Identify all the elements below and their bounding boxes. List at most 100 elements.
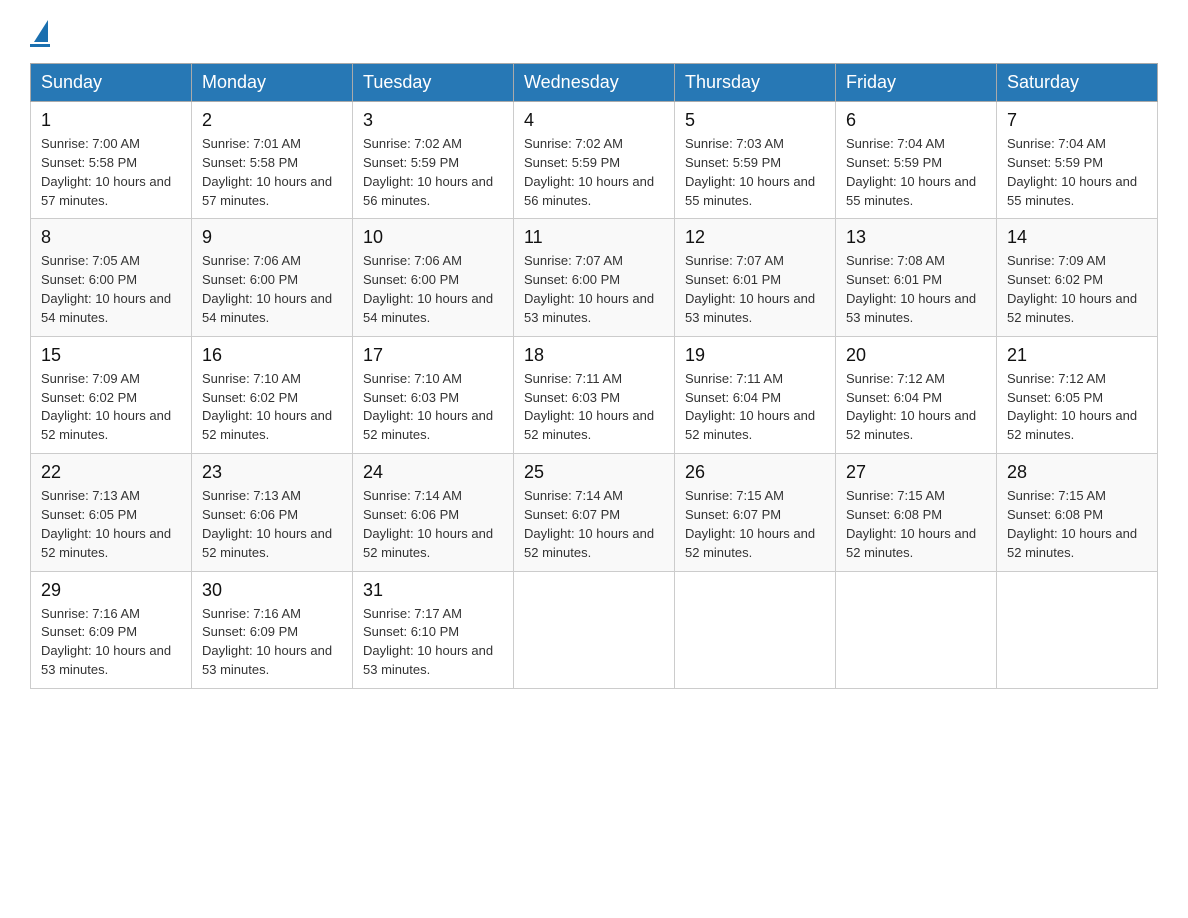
day-number: 6 [846,110,986,131]
calendar-cell: 14 Sunrise: 7:09 AMSunset: 6:02 PMDayligh… [997,219,1158,336]
day-number: 20 [846,345,986,366]
header-day-wednesday: Wednesday [514,64,675,102]
sun-info: Sunrise: 7:11 AMSunset: 6:03 PMDaylight:… [524,370,664,445]
sun-info: Sunrise: 7:16 AMSunset: 6:09 PMDaylight:… [41,605,181,680]
calendar-cell: 8 Sunrise: 7:05 AMSunset: 6:00 PMDaylight… [31,219,192,336]
sun-info: Sunrise: 7:16 AMSunset: 6:09 PMDaylight:… [202,605,342,680]
calendar-cell: 22 Sunrise: 7:13 AMSunset: 6:05 PMDayligh… [31,454,192,571]
calendar-cell: 17 Sunrise: 7:10 AMSunset: 6:03 PMDayligh… [353,336,514,453]
day-number: 2 [202,110,342,131]
day-number: 14 [1007,227,1147,248]
calendar-cell: 27 Sunrise: 7:15 AMSunset: 6:08 PMDayligh… [836,454,997,571]
day-number: 23 [202,462,342,483]
calendar-table: SundayMondayTuesdayWednesdayThursdayFrid… [30,63,1158,689]
calendar-week-5: 29Sunrise: 7:16 AMSunset: 6:09 PMDayligh… [31,571,1158,688]
day-number: 22 [41,462,181,483]
sun-info: Sunrise: 7:06 AMSunset: 6:00 PMDaylight:… [202,252,342,327]
day-number: 9 [202,227,342,248]
day-number: 24 [363,462,503,483]
sun-info: Sunrise: 7:15 AMSunset: 6:08 PMDaylight:… [846,487,986,562]
sun-info: Sunrise: 7:00 AMSunset: 5:58 PMDaylight:… [41,135,181,210]
calendar-cell: 24 Sunrise: 7:14 AMSunset: 6:06 PMDayligh… [353,454,514,571]
calendar-cell: 21 Sunrise: 7:12 AMSunset: 6:05 PMDayligh… [997,336,1158,453]
sun-info: Sunrise: 7:14 AMSunset: 6:07 PMDaylight:… [524,487,664,562]
sun-info: Sunrise: 7:08 AMSunset: 6:01 PMDaylight:… [846,252,986,327]
sun-info: Sunrise: 7:10 AMSunset: 6:03 PMDaylight:… [363,370,503,445]
day-number: 21 [1007,345,1147,366]
day-number: 18 [524,345,664,366]
calendar-cell: 9 Sunrise: 7:06 AMSunset: 6:00 PMDaylight… [192,219,353,336]
header-day-monday: Monday [192,64,353,102]
calendar-cell: 25 Sunrise: 7:14 AMSunset: 6:07 PMDayligh… [514,454,675,571]
logo-text [30,20,50,42]
calendar-cell: 30 Sunrise: 7:16 AMSunset: 6:09 PMDayligh… [192,571,353,688]
sun-info: Sunrise: 7:07 AMSunset: 6:01 PMDaylight:… [685,252,825,327]
sun-info: Sunrise: 7:02 AMSunset: 5:59 PMDaylight:… [524,135,664,210]
sun-info: Sunrise: 7:15 AMSunset: 6:08 PMDaylight:… [1007,487,1147,562]
day-number: 26 [685,462,825,483]
day-number: 10 [363,227,503,248]
calendar-cell: 31Sunrise: 7:17 AMSunset: 6:10 PMDayligh… [353,571,514,688]
calendar-cell: 6 Sunrise: 7:04 AMSunset: 5:59 PMDaylight… [836,102,997,219]
calendar-header: SundayMondayTuesdayWednesdayThursdayFrid… [31,64,1158,102]
sun-info: Sunrise: 7:13 AMSunset: 6:05 PMDaylight:… [41,487,181,562]
calendar-cell: 10Sunrise: 7:06 AMSunset: 6:00 PMDayligh… [353,219,514,336]
header-day-friday: Friday [836,64,997,102]
day-number: 25 [524,462,664,483]
sun-info: Sunrise: 7:14 AMSunset: 6:06 PMDaylight:… [363,487,503,562]
day-number: 11 [524,227,664,248]
calendar-body: 1Sunrise: 7:00 AMSunset: 5:58 PMDaylight… [31,102,1158,689]
header-day-saturday: Saturday [997,64,1158,102]
sun-info: Sunrise: 7:05 AMSunset: 6:00 PMDaylight:… [41,252,181,327]
day-number: 16 [202,345,342,366]
calendar-week-3: 15Sunrise: 7:09 AMSunset: 6:02 PMDayligh… [31,336,1158,453]
sun-info: Sunrise: 7:12 AMSunset: 6:04 PMDaylight:… [846,370,986,445]
day-number: 5 [685,110,825,131]
day-number: 27 [846,462,986,483]
calendar-cell: 18 Sunrise: 7:11 AMSunset: 6:03 PMDayligh… [514,336,675,453]
day-number: 4 [524,110,664,131]
day-number: 30 [202,580,342,601]
logo-underline [30,44,50,47]
calendar-cell: 2 Sunrise: 7:01 AMSunset: 5:58 PMDaylight… [192,102,353,219]
header-day-thursday: Thursday [675,64,836,102]
sun-info: Sunrise: 7:12 AMSunset: 6:05 PMDaylight:… [1007,370,1147,445]
sun-info: Sunrise: 7:04 AMSunset: 5:59 PMDaylight:… [1007,135,1147,210]
sun-info: Sunrise: 7:04 AMSunset: 5:59 PMDaylight:… [846,135,986,210]
calendar-week-1: 1Sunrise: 7:00 AMSunset: 5:58 PMDaylight… [31,102,1158,219]
header-day-tuesday: Tuesday [353,64,514,102]
calendar-cell: 13Sunrise: 7:08 AMSunset: 6:01 PMDayligh… [836,219,997,336]
calendar-cell: 16 Sunrise: 7:10 AMSunset: 6:02 PMDayligh… [192,336,353,453]
sun-info: Sunrise: 7:13 AMSunset: 6:06 PMDaylight:… [202,487,342,562]
day-number: 28 [1007,462,1147,483]
day-number: 3 [363,110,503,131]
calendar-cell: 20 Sunrise: 7:12 AMSunset: 6:04 PMDayligh… [836,336,997,453]
day-number: 12 [685,227,825,248]
sun-info: Sunrise: 7:09 AMSunset: 6:02 PMDaylight:… [1007,252,1147,327]
sun-info: Sunrise: 7:02 AMSunset: 5:59 PMDaylight:… [363,135,503,210]
day-number: 8 [41,227,181,248]
sun-info: Sunrise: 7:09 AMSunset: 6:02 PMDaylight:… [41,370,181,445]
sun-info: Sunrise: 7:10 AMSunset: 6:02 PMDaylight:… [202,370,342,445]
calendar-week-2: 8 Sunrise: 7:05 AMSunset: 6:00 PMDaylight… [31,219,1158,336]
calendar-cell [836,571,997,688]
calendar-cell: 4 Sunrise: 7:02 AMSunset: 5:59 PMDaylight… [514,102,675,219]
day-number: 7 [1007,110,1147,131]
calendar-cell: 12 Sunrise: 7:07 AMSunset: 6:01 PMDayligh… [675,219,836,336]
header-day-sunday: Sunday [31,64,192,102]
calendar-cell: 29Sunrise: 7:16 AMSunset: 6:09 PMDayligh… [31,571,192,688]
calendar-cell [997,571,1158,688]
sun-info: Sunrise: 7:11 AMSunset: 6:04 PMDaylight:… [685,370,825,445]
sun-info: Sunrise: 7:01 AMSunset: 5:58 PMDaylight:… [202,135,342,210]
calendar-cell [514,571,675,688]
sun-info: Sunrise: 7:15 AMSunset: 6:07 PMDaylight:… [685,487,825,562]
calendar-cell: 19Sunrise: 7:11 AMSunset: 6:04 PMDayligh… [675,336,836,453]
page-header [30,20,1158,47]
calendar-cell: 5Sunrise: 7:03 AMSunset: 5:59 PMDaylight… [675,102,836,219]
calendar-cell: 23 Sunrise: 7:13 AMSunset: 6:06 PMDayligh… [192,454,353,571]
calendar-cell: 1Sunrise: 7:00 AMSunset: 5:58 PMDaylight… [31,102,192,219]
calendar-cell: 3 Sunrise: 7:02 AMSunset: 5:59 PMDaylight… [353,102,514,219]
day-number: 17 [363,345,503,366]
day-number: 31 [363,580,503,601]
calendar-cell: 7 Sunrise: 7:04 AMSunset: 5:59 PMDaylight… [997,102,1158,219]
